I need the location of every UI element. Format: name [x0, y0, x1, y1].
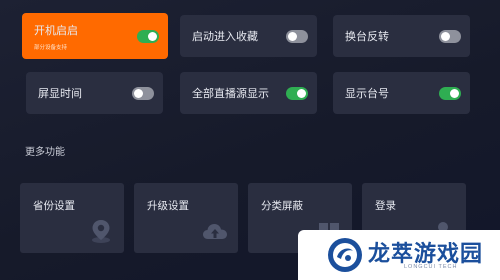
channel-reverse-toggle[interactable]: [439, 29, 461, 43]
upgrade-settings-label: 升级设置: [147, 200, 189, 212]
boot-start-tile[interactable]: 开机启启 部分设备支持: [22, 13, 168, 59]
channel-reverse-tile[interactable]: 换台反转: [333, 15, 470, 57]
screen-time-toggle[interactable]: [132, 86, 154, 100]
boot-start-note: 部分设备支持: [34, 44, 68, 51]
map-pin-icon: [92, 220, 110, 243]
province-settings-label: 省份设置: [33, 200, 75, 212]
boot-start-label: 开机启启: [34, 24, 78, 37]
boot-to-favorites-tile[interactable]: 启动进入收藏: [180, 15, 317, 57]
watermark-subtitle: LONGCUI TECH: [404, 264, 458, 270]
channel-reverse-label: 换台反转: [345, 31, 389, 43]
more-features-title: 更多功能: [25, 147, 65, 158]
login-label: 登录: [375, 200, 396, 212]
watermark-logo-icon: [328, 238, 362, 272]
screen-time-tile[interactable]: 屏显时间: [26, 72, 163, 114]
screen-time-label: 屏显时间: [38, 88, 82, 100]
cloud-upload-icon: [203, 224, 227, 239]
boot-start-toggle[interactable]: [137, 29, 159, 43]
upgrade-settings-card[interactable]: 升级设置: [134, 183, 238, 253]
show-channel-number-tile[interactable]: 显示台号: [333, 72, 470, 114]
all-live-sources-label: 全部直播源显示: [192, 88, 269, 100]
province-settings-card[interactable]: 省份设置: [20, 183, 124, 253]
category-block-label: 分类屏蔽: [261, 200, 303, 212]
show-channel-number-toggle[interactable]: [439, 86, 461, 100]
boot-to-favorites-label: 启动进入收藏: [192, 31, 258, 43]
all-live-sources-tile[interactable]: 全部直播源显示: [180, 72, 317, 114]
show-channel-number-label: 显示台号: [345, 88, 389, 100]
watermark-banner: 龙萃游戏园 LONGCUI TECH: [298, 230, 500, 280]
all-live-sources-toggle[interactable]: [286, 86, 308, 100]
boot-to-favorites-toggle[interactable]: [286, 29, 308, 43]
